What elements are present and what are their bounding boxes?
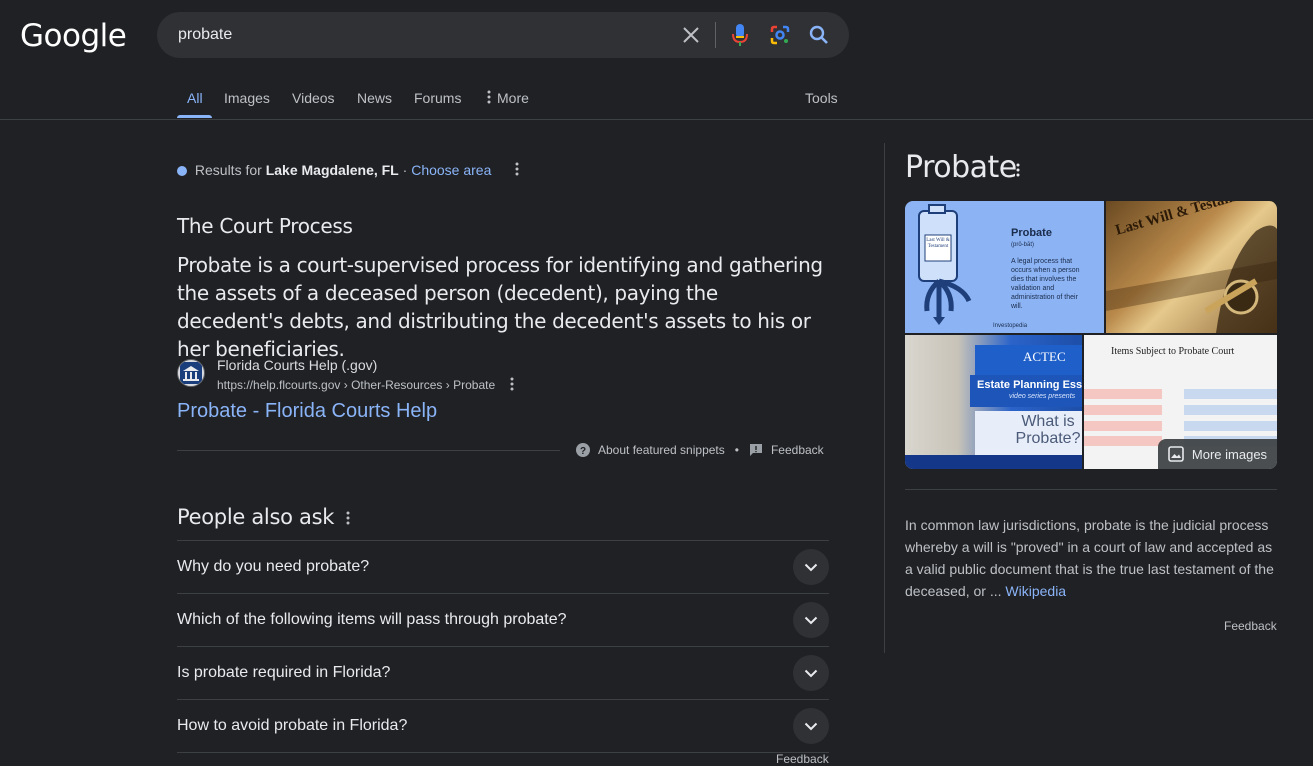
chevron-down-icon[interactable]	[793, 708, 829, 744]
search-box[interactable]: probate	[157, 12, 849, 58]
image-heading: Probate	[1011, 227, 1052, 239]
microphone-icon[interactable]	[728, 23, 752, 47]
location-separator: ·	[402, 162, 408, 178]
snippet-footer: ? About featured snippets • Feedback	[576, 443, 824, 457]
paa-feedback-link[interactable]: Feedback	[776, 752, 829, 766]
more-images-label: More images	[1191, 446, 1268, 462]
paa-divider	[177, 752, 829, 753]
choose-area-link[interactable]: Choose area	[411, 162, 491, 178]
actec-question: What is Probate?	[1015, 413, 1081, 447]
footer-separator: •	[734, 443, 739, 457]
knowledge-panel-description: In common law jurisdictions, probate is …	[905, 514, 1281, 602]
clear-icon[interactable]	[679, 23, 703, 47]
tab-images[interactable]: Images	[224, 90, 270, 106]
image-actec-video[interactable]: ACTEC Estate Planning Esse video series …	[905, 335, 1082, 469]
more-vert-icon	[487, 90, 491, 107]
description-text: In common law jurisdictions, probate is …	[905, 517, 1274, 599]
chevron-down-icon[interactable]	[793, 655, 829, 691]
knowledge-panel-feedback-link[interactable]: Feedback	[1224, 619, 1277, 633]
actec-sub: video series presents	[1009, 393, 1076, 400]
google-logo[interactable]: Google	[20, 18, 127, 54]
snippet-divider	[177, 450, 560, 451]
tab-news[interactable]: News	[357, 90, 392, 106]
snippet-title: The Court Process	[177, 214, 353, 238]
svg-text:?: ?	[580, 446, 586, 457]
help-circle-icon[interactable]: ?	[576, 443, 590, 457]
tab-videos[interactable]: Videos	[292, 90, 335, 106]
actec-footer-band	[905, 455, 1082, 469]
snippet-feedback-link[interactable]: Feedback	[771, 443, 824, 457]
paa-list: Why do you need probate? Which of the fo…	[177, 540, 829, 753]
paa-question-text: Why do you need probate?	[177, 558, 370, 575]
lens-camera-icon[interactable]	[768, 23, 792, 47]
location-options-icon[interactable]	[515, 162, 519, 176]
more-images-button[interactable]: More images	[1158, 439, 1277, 469]
source-url[interactable]: https://help.flcourts.gov › Other-Resour…	[217, 377, 514, 392]
image-last-will[interactable]: Last Will & Testament	[1106, 201, 1277, 333]
paa-question-4[interactable]: How to avoid probate in Florida?	[177, 699, 829, 752]
paa-options-icon[interactable]	[346, 511, 350, 525]
image-icon	[1168, 446, 1184, 462]
knowledge-panel-rule	[905, 489, 1277, 490]
paa-question-2[interactable]: Which of the following items will pass t…	[177, 593, 829, 646]
source-url-text: https://help.flcourts.gov › Other-Resour…	[217, 378, 496, 392]
tab-more[interactable]: More	[487, 90, 529, 107]
feedback-icon[interactable]	[749, 443, 763, 457]
location-dot-icon	[177, 166, 187, 176]
knowledge-panel-title: Probate	[905, 150, 1017, 185]
knowledge-panel-options-icon[interactable]	[1016, 163, 1020, 177]
tab-forums[interactable]: Forums	[414, 90, 461, 106]
actec-brand: ACTEC	[1023, 349, 1066, 364]
location-prefix: Results for	[194, 162, 262, 178]
paa-question-text: Is probate required in Florida?	[177, 664, 391, 681]
source-favicon-icon[interactable]	[177, 359, 205, 387]
tab-active-indicator	[177, 115, 212, 118]
paa-title: People also ask	[177, 505, 335, 529]
paa-question-text: Which of the following items will pass t…	[177, 611, 567, 628]
source-options-icon[interactable]	[510, 377, 514, 391]
paa-question-text: How to avoid probate in Florida?	[177, 717, 408, 734]
search-icon[interactable]	[807, 23, 831, 47]
chevron-down-icon[interactable]	[793, 549, 829, 585]
tab-all[interactable]: All	[187, 90, 203, 106]
image-definition: A legal process that occurs when a perso…	[1011, 258, 1080, 310]
location-line: Results for Lake Magdalene, FL · Choose …	[177, 162, 519, 178]
paa-question-3[interactable]: Is probate required in Florida?	[177, 646, 829, 699]
result-title-link[interactable]: Probate - Florida Courts Help	[177, 400, 437, 423]
chevron-down-icon[interactable]	[793, 602, 829, 638]
tools-button[interactable]: Tools	[805, 90, 838, 106]
image-pronunciation: (prō-bāt)	[1011, 242, 1035, 248]
source-name[interactable]: Florida Courts Help (.gov)	[217, 357, 377, 373]
about-snippets-link[interactable]: About featured snippets	[598, 443, 725, 457]
location-place: Lake Magdalene, FL	[265, 162, 399, 178]
tab-more-label: More	[497, 90, 529, 106]
image-probate-definition[interactable]: Last Will & Testament Probate (prō-bāt) …	[905, 201, 1104, 333]
image-jug-label: Last Will & Testament	[926, 238, 950, 249]
wikipedia-link[interactable]: Wikipedia	[1005, 583, 1066, 599]
search-input[interactable]: probate	[178, 26, 232, 44]
image-brand: Investopedia	[993, 323, 1028, 329]
paa-question-1[interactable]: Why do you need probate?	[177, 540, 829, 593]
search-divider	[715, 22, 716, 48]
knowledge-panel-images: Last Will & Testament Probate (prō-bāt) …	[905, 201, 1277, 469]
header-divider	[0, 119, 1313, 120]
knowledge-panel-divider	[884, 143, 885, 653]
actec-banner: Estate Planning Esse	[977, 379, 1082, 391]
snippet-body: Probate is a court-supervised process fo…	[177, 253, 823, 361]
